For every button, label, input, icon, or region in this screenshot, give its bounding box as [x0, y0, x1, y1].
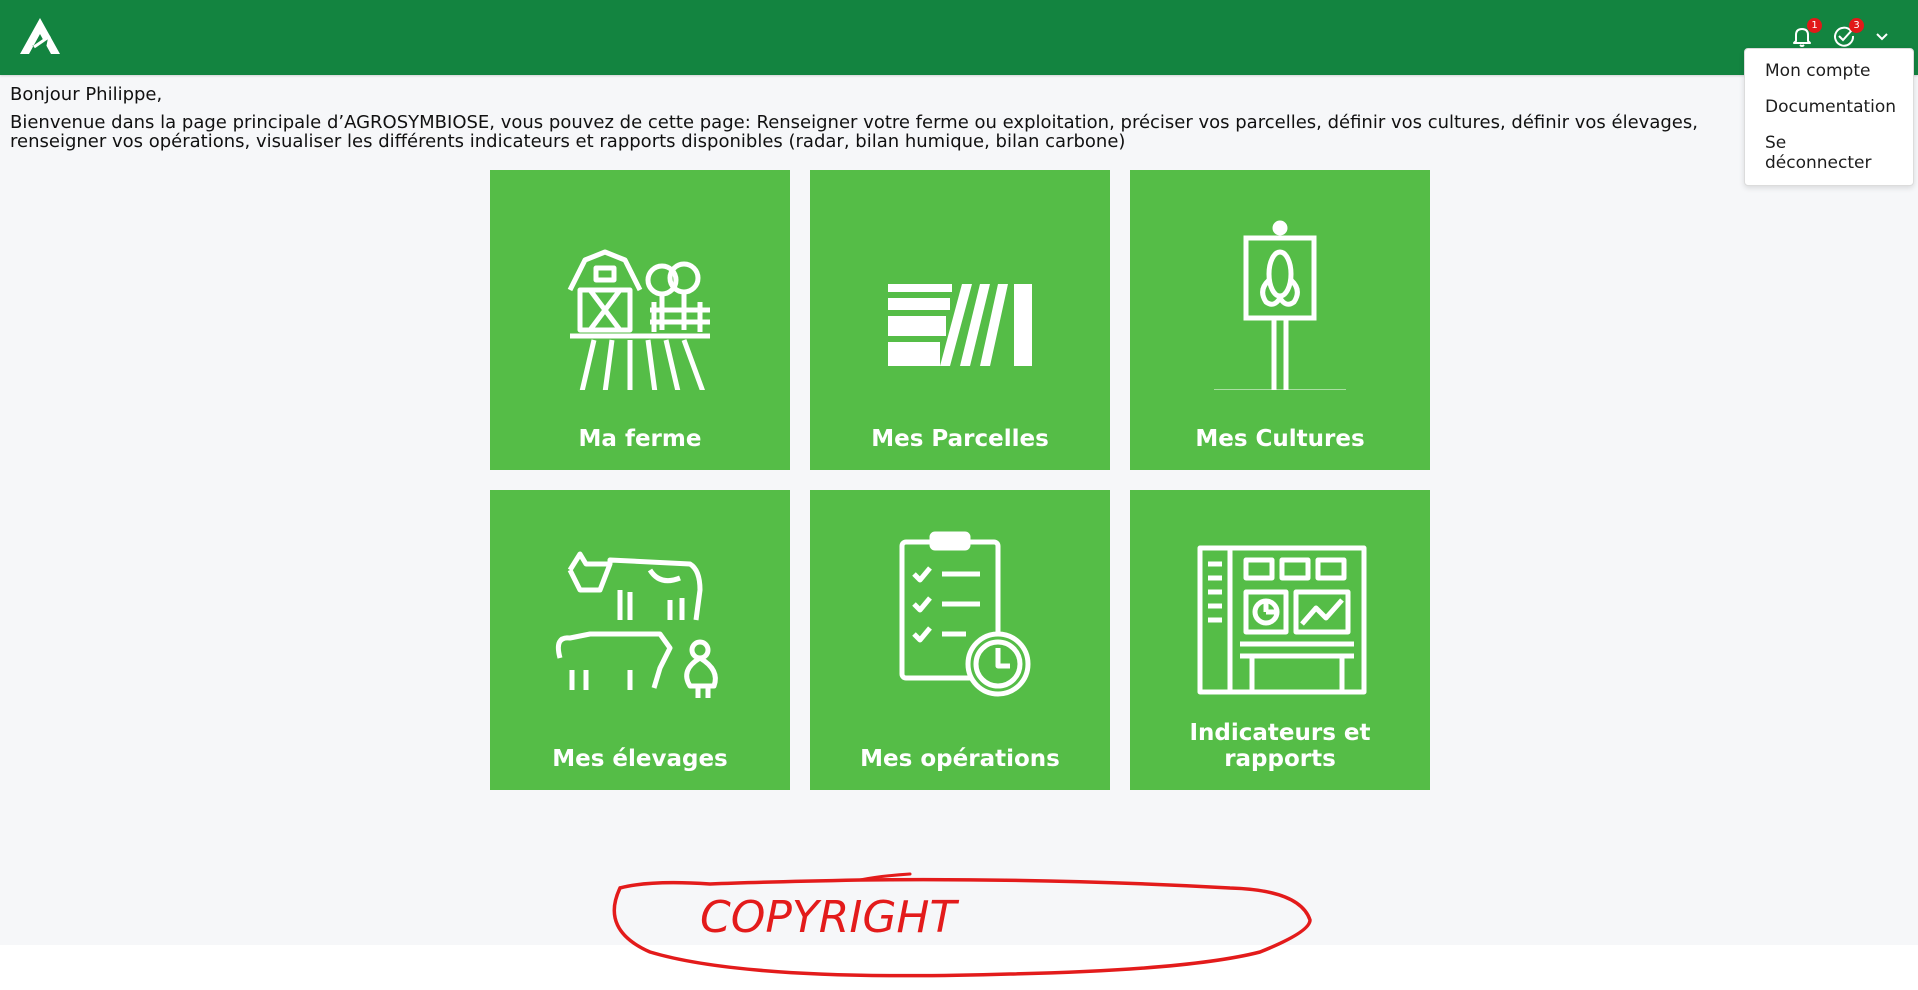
intro-text: Bienvenue dans la page principale d’AGRO… — [10, 112, 1698, 152]
tile-label: Mes opérations — [860, 746, 1060, 772]
user-menu: Mon compte Documentation Se déconnecter — [1744, 48, 1914, 186]
tile-label: Mes Parcelles — [871, 426, 1049, 452]
menu-item-logout[interactable]: Se déconnecter — [1745, 125, 1913, 181]
top-bar: 1 3 — [0, 0, 1918, 75]
tile-mes-operations[interactable]: Mes opérations — [810, 490, 1110, 790]
logo[interactable] — [18, 16, 62, 56]
menu-item-account[interactable]: Mon compte — [1745, 53, 1913, 89]
copyright-text: COPYRIGHT — [700, 892, 959, 943]
tile-label: Indicateurs et rapports — [1189, 720, 1371, 772]
checklist-clock-icon — [899, 531, 1031, 697]
tasks-badge: 3 — [1849, 18, 1864, 33]
tile-mes-elevages[interactable]: Mes élevages — [490, 490, 790, 790]
chevron-down-icon[interactable] — [1872, 26, 1892, 46]
dashboard-icon — [1197, 545, 1367, 695]
crop-sign-icon — [1214, 220, 1346, 390]
tile-label: Mes élevages — [552, 746, 728, 772]
tile-ma-ferme[interactable]: Ma ferme — [490, 170, 790, 470]
copyright-annotation: COPYRIGHT — [612, 872, 1312, 978]
greeting: Bonjour Philippe, — [10, 84, 163, 105]
tile-label: Ma ferme — [578, 426, 702, 452]
tile-mes-parcelles[interactable]: Mes Parcelles — [810, 170, 1110, 470]
parcels-icon — [888, 284, 1032, 366]
tile-indicateurs-rapports[interactable]: Indicateurs et rapports — [1130, 490, 1430, 790]
menu-item-documentation[interactable]: Documentation — [1745, 89, 1913, 125]
notifications-badge: 1 — [1807, 18, 1822, 33]
notifications-button[interactable]: 1 — [1788, 18, 1822, 50]
tasks-button[interactable]: 3 — [1830, 18, 1864, 50]
farm-icon — [567, 249, 710, 390]
tile-mes-cultures[interactable]: Mes Cultures — [1130, 170, 1430, 470]
livestock-icon — [555, 551, 718, 698]
tile-label: Mes Cultures — [1195, 426, 1365, 452]
